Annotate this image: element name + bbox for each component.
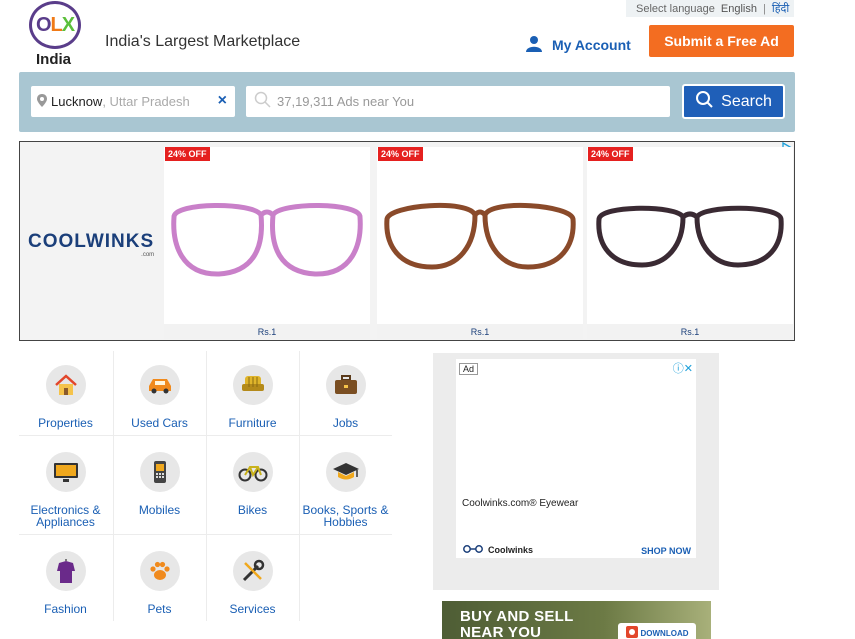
coolwinks-logo: COOLWINKS .com [28,231,155,258]
clear-location-icon[interactable]: × [218,93,227,109]
ad-close-icon[interactable]: ⓘ✕ [673,360,693,376]
category-furniture[interactable]: Furniture [206,350,299,436]
user-icon [525,34,543,55]
language-prompt: Select language [636,2,715,15]
product-card[interactable]: 24% OFF Rs.1 [377,147,583,339]
language-hindi-link[interactable]: हिंदी [772,1,789,16]
location-city: Lucknow [51,94,103,109]
search-button[interactable]: Search [682,84,785,119]
coolwinks-logo-text: COOLWINKS [28,231,155,252]
category-label: Electronics & Appliances [30,503,101,529]
logo-letter-l: L [50,13,63,36]
category-label: Mobiles [138,503,181,517]
sofa-icon [232,365,273,405]
product-card[interactable]: 24% OFF Rs.1 [164,147,370,339]
language-english-link[interactable]: English [721,3,757,15]
category-electronics-appliances[interactable]: Electronics & Appliances [19,437,112,535]
category-mobiles[interactable]: Mobiles [113,437,206,535]
house-icon [45,365,86,405]
my-account-link[interactable]: My Account [525,34,631,55]
category-label: Jobs [332,416,359,430]
submit-free-ad-button[interactable]: Submit a Free Ad [649,25,794,57]
logo-letter-x: X [61,13,75,36]
product-price: Rs.1 [680,327,700,337]
category-label: Services [229,602,276,616]
product-card[interactable]: 24% OFF Rs.1 [587,147,793,339]
banner-ad[interactable]: COOLWINKS .com 24% OFF Rs.1 24% OFF Rs.1… [19,141,795,341]
car-icon [139,365,180,405]
category-fashion[interactable]: Fashion [19,536,112,622]
eyeglasses-icon [384,203,576,270]
tv-icon [45,452,86,492]
bicycle-icon [232,452,273,492]
side-ad[interactable]: Ad ⓘ✕ Coolwinks.com® Eyewear Coolwinks S… [456,359,696,558]
shop-now-button[interactable]: SHOP NOW [641,546,691,556]
category-bikes[interactable]: Bikes [206,437,299,535]
logo-country: India [36,51,72,68]
language-bar: Select language English | हिंदी [626,0,794,17]
discount-badge: 24% OFF [588,147,633,161]
category-properties[interactable]: Properties [19,350,112,436]
olx-app-icon [625,626,638,639]
language-separator: | [762,2,766,15]
tools-icon [232,551,273,591]
app-promo-line2: NEAR YOU [460,624,542,639]
olx-logo-mark: OLX [29,1,81,49]
category-used-cars[interactable]: Used Cars [113,350,206,436]
search-input[interactable] [277,94,667,109]
ad-label: Ad [459,363,479,375]
product-price: Rs.1 [257,327,277,337]
location-field[interactable]: Lucknow, Uttar Pradesh × [31,86,235,117]
location-pin-icon [37,93,47,110]
product-image [164,147,370,325]
paw-icon [139,551,180,591]
side-ad-brand: Coolwinks [462,545,533,555]
side-ad-brand-name: Coolwinks [488,545,534,555]
category-label: Used Cars [131,416,188,430]
tagline: India's Largest Marketplace [105,33,301,50]
search-query-field[interactable] [246,86,670,117]
category-label: Bikes [237,503,268,517]
app-promo-text: BUY AND SELL NEAR YOU [460,609,574,639]
eyeglasses-icon [596,205,784,268]
search-icon [254,91,271,113]
briefcase-icon [325,365,366,405]
category-jobs[interactable]: Jobs [299,350,392,436]
side-ad-title[interactable]: Coolwinks.com® Eyewear [462,498,578,509]
category-label: Properties [38,416,93,430]
search-button-icon [695,90,713,113]
category-label: Books, Sports & Hobbies [302,503,389,529]
category-services[interactable]: Services [206,536,299,622]
mobile-icon [139,452,180,492]
download-label: DOWNLOAD [640,628,689,638]
my-account-label: My Account [552,36,631,53]
coolwinks-logo-suffix: .com [141,252,155,258]
location-state: , Uttar Pradesh [102,94,190,109]
shirt-icon [45,551,86,591]
discount-badge: 24% OFF [165,147,210,161]
eyeglasses-icon [171,203,363,277]
product-image [377,147,583,325]
app-promo-line1: BUY AND SELL [460,608,574,625]
graduation-cap-icon [325,452,366,492]
category-label: Pets [147,602,172,616]
discount-badge: 24% OFF [378,147,423,161]
search-button-label: Search [721,92,772,110]
eyeglasses-icon [462,545,484,555]
product-image [587,147,793,325]
download-app-button[interactable]: DOWNLOAD [618,623,696,639]
product-price: Rs.1 [470,327,490,337]
category-label: Fashion [44,602,87,616]
category-pets[interactable]: Pets [113,536,206,622]
app-promo-banner[interactable]: BUY AND SELL NEAR YOU DOWNLOAD [442,601,711,639]
category-books-sports-hobbies[interactable]: Books, Sports & Hobbies [299,437,392,535]
category-label: Furniture [228,416,277,430]
logo-letter-o: O [35,13,52,36]
olx-logo[interactable]: OLX India [28,0,84,68]
